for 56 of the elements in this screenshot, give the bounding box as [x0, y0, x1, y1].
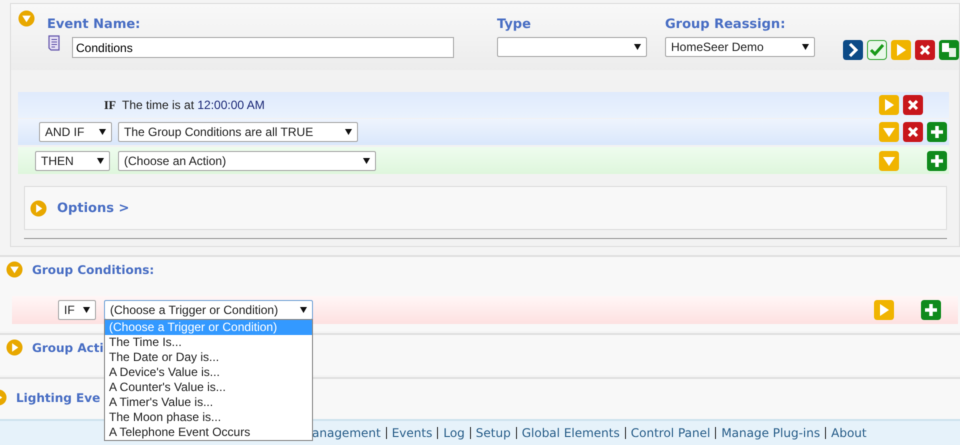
section-title[interactable]: Group Acti [32, 340, 104, 354]
keyword-dropdown[interactable]: IF [58, 300, 96, 320]
caret-icon [97, 158, 104, 164]
collapse-icon[interactable] [6, 261, 23, 278]
if-keyword: IF [104, 98, 116, 112]
dropdown-option[interactable]: A Telephone Event Occurs [105, 425, 312, 440]
footer-link[interactable]: Global Elements [522, 426, 620, 440]
caret-icon [363, 158, 370, 164]
trigger-text: The time is at 12:00:00 AM [122, 98, 265, 112]
footer-link[interactable]: Control Panel [630, 426, 710, 440]
keyword-dropdown[interactable]: AND IF [39, 122, 112, 142]
add-icon[interactable] [927, 122, 947, 142]
caret-icon [802, 44, 809, 50]
caret-icon [83, 307, 90, 313]
action-dropdown[interactable]: (Choose an Action) [118, 150, 376, 170]
event-name-label: Event Name: [47, 17, 142, 32]
footer-link[interactable]: anagement [312, 426, 381, 440]
options-link[interactable]: Options > [57, 200, 130, 216]
caret-icon [99, 129, 106, 135]
condition-dropdown[interactable]: The Group Conditions are all TRUE [118, 122, 358, 142]
delete-icon[interactable] [903, 95, 923, 115]
add-icon[interactable] [927, 150, 947, 170]
dropdown-option[interactable]: A Counter's Value is... [105, 380, 312, 395]
footer-link[interactable]: Setup [476, 426, 511, 440]
dropdown-option[interactable]: The Time Is... [105, 335, 312, 350]
group-reassign-dropdown[interactable]: HomeSeer Demo [665, 37, 815, 57]
caret-icon [300, 307, 307, 313]
event-name-field[interactable]: Conditions [72, 37, 454, 58]
collapse-icon[interactable] [879, 150, 899, 170]
delete-icon[interactable] [903, 122, 923, 142]
dropdown-option[interactable]: A Timer's Value is... [105, 395, 312, 410]
group-reassign-label: Group Reassign: [665, 17, 786, 32]
collapse-icon[interactable] [18, 10, 35, 27]
footer-link[interactable]: Manage Plug-ins [721, 426, 820, 440]
footer-link[interactable]: Log [443, 426, 465, 440]
dropdown-option[interactable]: A Device's Value is... [105, 365, 312, 380]
delete-icon[interactable] [915, 40, 935, 60]
section-title[interactable]: Lighting Eve [16, 390, 100, 404]
footer-link[interactable]: Events [392, 426, 432, 440]
keyword-dropdown[interactable]: THEN [35, 150, 110, 170]
add-icon[interactable] [921, 300, 941, 320]
caret-icon [345, 129, 352, 135]
next-icon[interactable] [843, 40, 863, 60]
copy-icon[interactable] [939, 40, 959, 60]
expand-icon[interactable] [6, 339, 23, 356]
type-label: Type [497, 17, 532, 32]
play-icon[interactable] [874, 300, 894, 320]
caret-icon [634, 44, 641, 50]
expand-icon[interactable] [30, 200, 47, 216]
dropdown-option[interactable]: The Moon phase is... [105, 410, 312, 425]
trigger-dropdown[interactable]: (Choose a Trigger or Condition) [104, 300, 313, 320]
section-title[interactable]: Group Conditions: [32, 262, 154, 276]
checkmark-icon[interactable] [867, 40, 887, 60]
dropdown-option[interactable]: The Date or Day is... [105, 350, 312, 365]
type-dropdown[interactable] [497, 37, 647, 57]
footer-link[interactable]: About [831, 426, 867, 440]
